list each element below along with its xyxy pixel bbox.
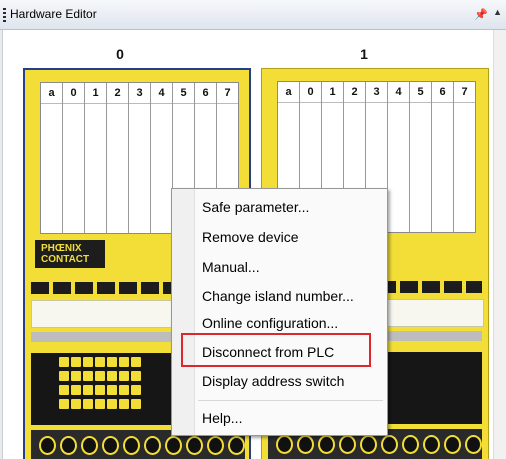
menu-item-change-island-number[interactable]: Change island number... [202, 288, 354, 304]
terminal-header: 3 [366, 82, 387, 103]
pin-icon[interactable]: 📌 [474, 8, 488, 21]
column-label-0: 0 [116, 46, 124, 62]
terminal-header: a [41, 83, 62, 104]
menu-separator [198, 400, 383, 401]
column-label-1: 1 [360, 46, 368, 62]
terminal-header: 5 [173, 83, 194, 104]
terminal-header: 6 [432, 82, 453, 103]
hardware-editor-titlebar: Hardware Editor 📌 ▲ [0, 0, 506, 30]
menu-item-help[interactable]: Help... [202, 410, 242, 426]
terminal-header: a [278, 82, 299, 103]
terminal-header: 2 [344, 82, 365, 103]
menu-item-remove-device[interactable]: Remove device [202, 229, 299, 245]
arrow-up-icon[interactable]: ▲ [493, 7, 502, 17]
menu-item-online-configuration[interactable]: Online configuration... [202, 315, 338, 331]
brand-line-1: PHŒNIX [41, 243, 82, 254]
terminal-header: 4 [151, 83, 172, 104]
terminal-header: 1 [85, 83, 106, 104]
terminal-header: 7 [217, 83, 238, 104]
terminal-header: 3 [129, 83, 150, 104]
menu-icon-gutter [172, 189, 195, 435]
menu-item-display-address-switch[interactable]: Display address switch [202, 373, 344, 389]
menu-item-manual[interactable]: Manual... [202, 259, 260, 275]
highlight-annotation [181, 333, 371, 367]
terminal-header: 0 [300, 82, 321, 103]
brand-line-2: CONTACT [41, 254, 90, 265]
grip-icon [3, 8, 6, 22]
terminal-header: 4 [388, 82, 409, 103]
vertical-scrollbar[interactable] [493, 30, 506, 459]
context-menu: Safe parameter... Remove device Manual..… [171, 188, 388, 436]
terminal-header: 7 [454, 82, 475, 103]
terminal-header: 0 [63, 83, 84, 104]
terminal-header: 5 [410, 82, 431, 103]
window-title: Hardware Editor [10, 7, 97, 21]
menu-item-safe-parameter[interactable]: Safe parameter... [202, 199, 309, 215]
phoenix-contact-logo: PHŒNIX CONTACT [35, 240, 105, 268]
terminal-header: 2 [107, 83, 128, 104]
terminal-header: 1 [322, 82, 343, 103]
terminal-header: 6 [195, 83, 216, 104]
